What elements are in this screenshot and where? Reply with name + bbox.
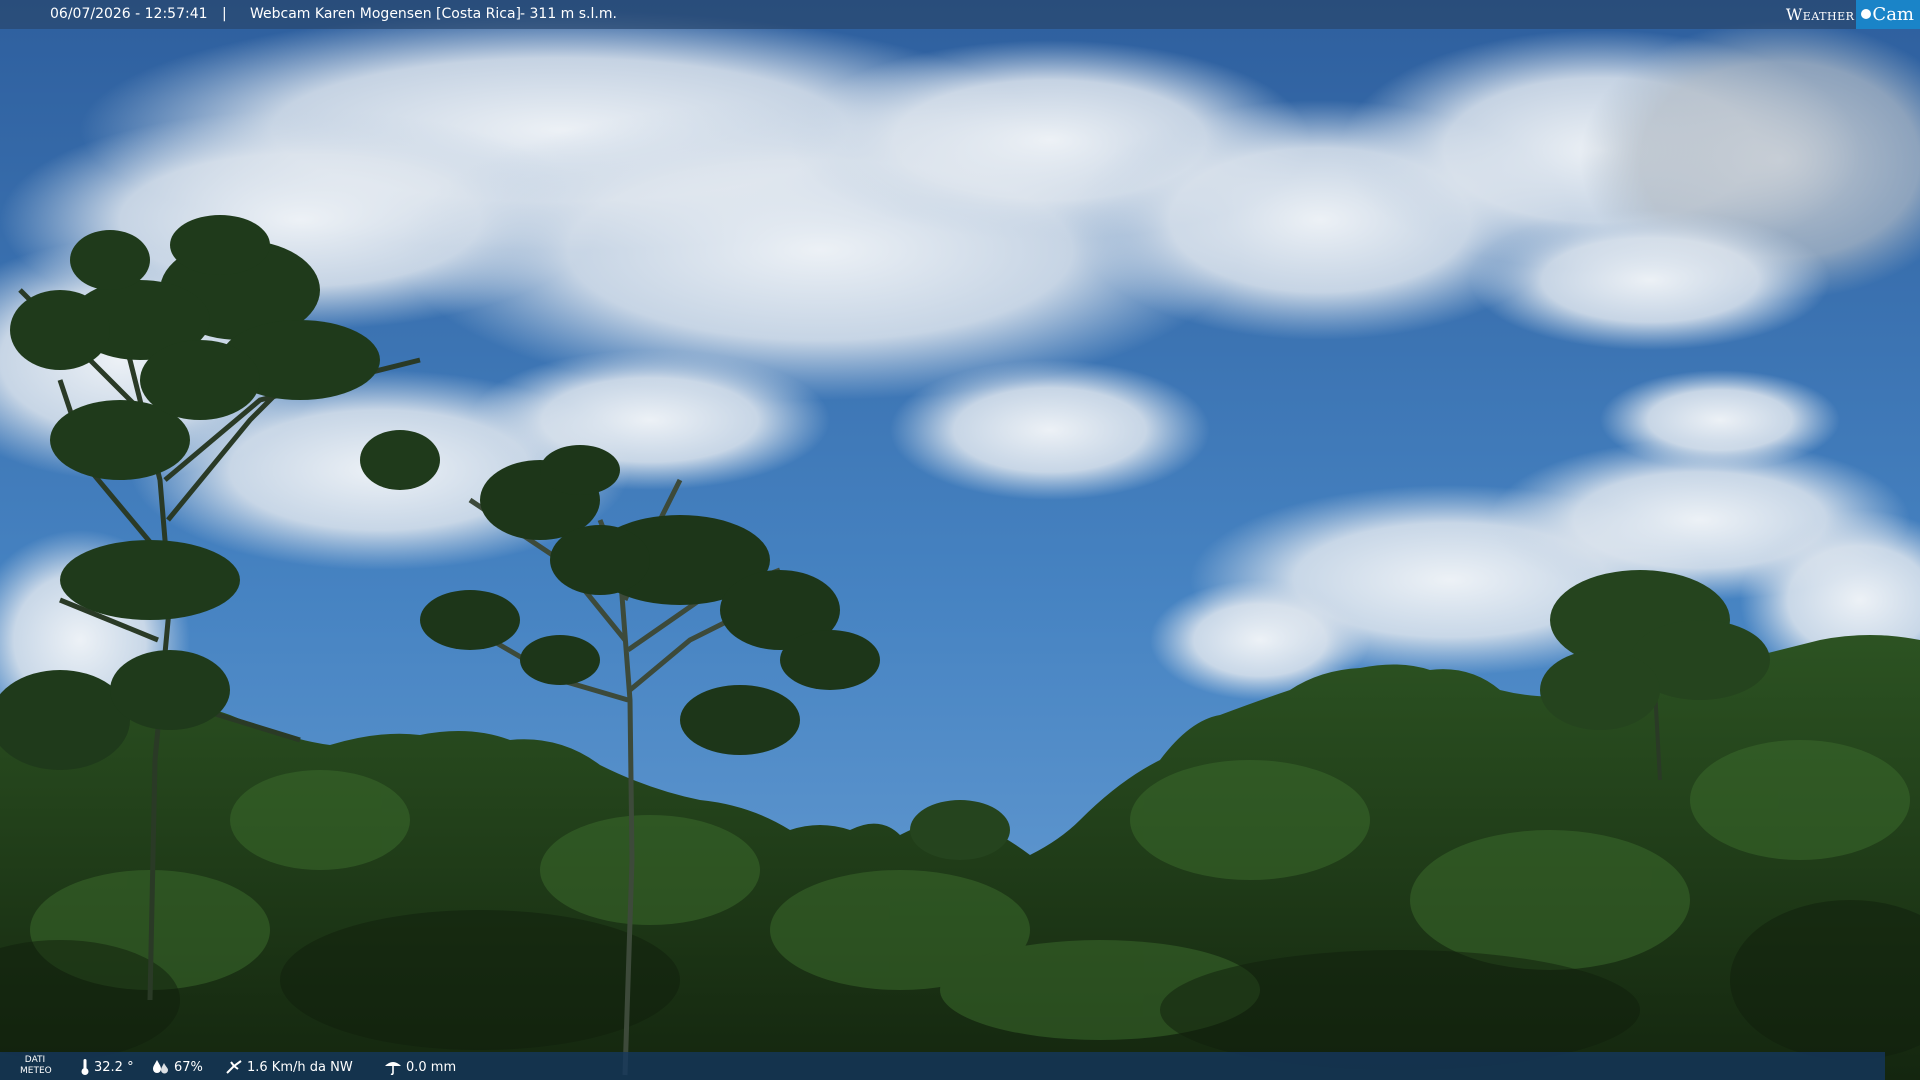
thermometer-icon (81, 1059, 89, 1075)
rain-item: 0.0 mm (384, 1059, 456, 1075)
temperature-item: 32.2 ° (80, 1059, 134, 1075)
wind-icon (226, 1060, 242, 1074)
overlay-top-bar: 06/07/2026 - 12:57:41 | Webcam Karen Mog… (0, 0, 1920, 29)
weathercam-logo: Weather Cam (1786, 0, 1920, 29)
rain-value: 0.0 mm (406, 1059, 457, 1075)
webcam-image (0, 0, 1920, 1080)
weather-data-bar: DATI METEO 32.2 ° 67% 1.6 Km/h da NW 0.0… (0, 1052, 1885, 1080)
logo-word-weather: Weather (1785, 5, 1855, 24)
logo-word-cam: Cam (1872, 4, 1914, 25)
weather-bar-label: DATI METEO (20, 1055, 52, 1077)
separator: | (222, 6, 227, 22)
altitude-text: - 311 m s.l.m. (520, 6, 617, 22)
rain-icon (385, 1062, 401, 1075)
label-line-2: METEO (20, 1066, 52, 1076)
humidity-item: 67% (152, 1059, 203, 1075)
temperature-value: 32.2 ° (94, 1059, 134, 1075)
logo-dot-icon (1861, 9, 1872, 19)
wind-value: 1.6 Km/h da NW (247, 1059, 353, 1075)
logo-word-cam-box: Cam (1856, 0, 1920, 29)
webcam-location-title: Webcam Karen Mogensen [Costa Rica] (250, 6, 522, 22)
label-line-1: DATI (24, 1055, 46, 1065)
wind-item: 1.6 Km/h da NW (225, 1059, 353, 1075)
humidity-value: 67% (174, 1059, 203, 1075)
datetime-text: 06/07/2026 - 12:57:41 (50, 6, 208, 22)
humidity-icon (153, 1060, 168, 1074)
